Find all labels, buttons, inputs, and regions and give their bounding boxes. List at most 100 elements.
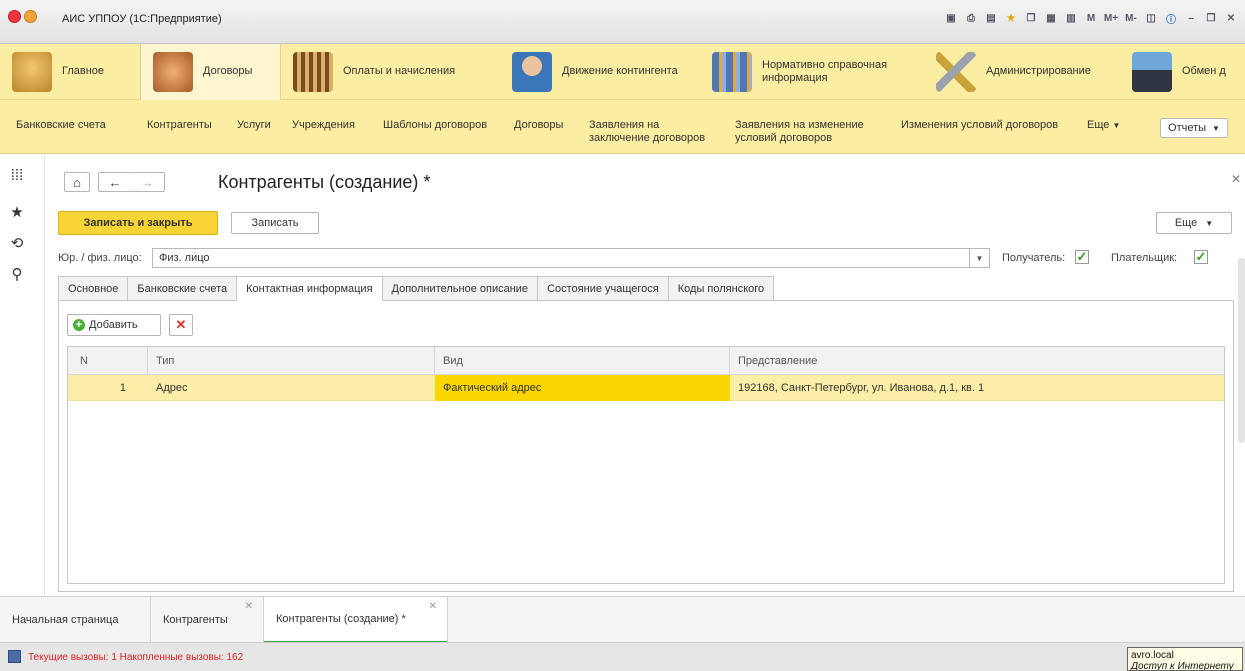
tab-main[interactable]: Основное <box>58 276 129 300</box>
section-payments[interactable]: Оплаты и начисления <box>281 44 500 100</box>
arrow-left-icon: ← <box>108 174 122 190</box>
entity-field[interactable]: Физ. лицо <box>152 248 970 268</box>
app-menu-icon[interactable] <box>8 10 21 23</box>
restore-icon[interactable]: ❐ <box>1203 10 1219 26</box>
nav-bank-accounts[interactable]: Банковские счета <box>16 119 106 132</box>
tab-contact-info[interactable]: Контактная информация <box>236 276 383 301</box>
favorites-icon[interactable]: ★ <box>7 203 27 223</box>
all-functions-icon[interactable]: ⁞⁞⁞ <box>7 167 27 187</box>
close-tab-icon[interactable]: ✕ <box>429 601 437 612</box>
payer-checkbox[interactable]: ✓ <box>1194 250 1208 264</box>
nav-change-requests[interactable]: Заявления на изменение условий договоров <box>735 119 864 145</box>
nav-contracts[interactable]: Договоры <box>514 119 563 132</box>
section-contracts-label: Договоры <box>203 65 253 77</box>
tab-bank-accounts[interactable]: Банковские счета <box>127 276 238 300</box>
chevron-down-icon: ▼ <box>1112 121 1121 130</box>
header-n[interactable]: N <box>68 347 148 375</box>
plus-icon: + <box>73 319 85 331</box>
chevron-down-icon: ▼ <box>1205 218 1214 228</box>
tooltip-line1: avro.local <box>1131 650 1174 661</box>
tab-polyansky-codes[interactable]: Коды полянского <box>667 276 775 300</box>
copy-icon[interactable]: ❐ <box>1023 10 1039 26</box>
save-button[interactable]: Записать <box>231 212 319 234</box>
save-and-close-button[interactable]: Записать и закрыть <box>58 211 218 235</box>
recipient-checkbox[interactable]: ✓ <box>1075 250 1089 264</box>
memory-minus-button[interactable]: M- <box>1123 10 1139 26</box>
row-kind[interactable]: Фактический адрес <box>435 375 730 401</box>
section-payments-label: Оплаты и начисления <box>343 65 456 77</box>
print-icon[interactable]: ⎙ <box>963 10 979 26</box>
tab-student-state[interactable]: Состояние учащегося <box>537 276 669 300</box>
favorites-icon[interactable]: ★ <box>1003 10 1019 26</box>
add-label: Добавить <box>89 319 138 331</box>
exchange-icon <box>1132 51 1172 92</box>
window-tab-home[interactable]: Начальная страница <box>0 597 151 643</box>
desk-icon <box>12 51 52 92</box>
nav-contract-changes[interactable]: Изменения условий договоров <box>901 119 1058 132</box>
nav-change-requests-line1: Заявления на изменение <box>735 119 864 131</box>
reports-button[interactable]: Отчеты ▼ <box>1160 118 1228 138</box>
section-exchange[interactable]: Обмен д <box>1120 44 1245 100</box>
history-icon[interactable]: ⟲ <box>7 234 27 254</box>
minimize-icon[interactable]: – <box>1183 10 1199 26</box>
window-tab-counterparties[interactable]: Контрагенты ✕ <box>151 597 264 643</box>
close-window-icon[interactable]: ✕ <box>1223 10 1239 26</box>
open-windows-bar: Начальная страница Контрагенты ✕ Контраг… <box>0 596 1245 643</box>
row-representation[interactable]: 192168, Санкт-Петербург, ул. Иванова, д.… <box>730 375 1224 401</box>
memory-plus-button[interactable]: M+ <box>1103 10 1119 26</box>
nav-more[interactable]: Еще ▼ <box>1087 119 1120 132</box>
nav-conclusion-requests-line1: Заявления на <box>589 119 660 131</box>
close-tab-icon[interactable]: ✕ <box>245 601 253 612</box>
section-main[interactable]: Главное <box>0 44 140 100</box>
nav-conclusion-requests[interactable]: Заявления на заключение договоров <box>589 119 705 145</box>
nav-institutions[interactable]: Учреждения <box>292 119 355 132</box>
section-reference[interactable]: Нормативно справочная информация <box>700 44 924 100</box>
section-contingent[interactable]: Движение контингента <box>500 44 700 100</box>
section-reference-label: Нормативно справочная информация <box>762 58 888 84</box>
forward-button[interactable]: → <box>131 172 165 192</box>
nav-counterparties[interactable]: Контрагенты <box>147 119 212 132</box>
add-button[interactable]: + Добавить <box>67 314 161 336</box>
form-tabs: Основное Банковские счета Контактная инф… <box>58 276 775 301</box>
entity-dropdown[interactable]: ▼ <box>970 248 990 268</box>
section-contingent-label: Движение контингента <box>562 65 678 77</box>
status-calls: Текущие вызовы: 1 Накопленные вызовы: 16… <box>28 652 244 663</box>
nav-contract-templates[interactable]: Шаблоны договоров <box>383 119 487 132</box>
delete-button[interactable]: ✕ <box>169 314 193 336</box>
table-row[interactable]: 1 Адрес Фактический адрес 192168, Санкт-… <box>68 375 1224 401</box>
app-dropdown-icon[interactable] <box>24 10 37 23</box>
arrow-right-icon: → <box>141 174 154 190</box>
header-representation[interactable]: Представление <box>730 347 1224 375</box>
calculator-icon[interactable]: ▦ <box>1043 10 1059 26</box>
section-contracts[interactable]: Договоры <box>140 43 281 100</box>
vertical-scrollbar[interactable] <box>1238 258 1245 443</box>
chevron-down-icon: ▼ <box>1212 123 1220 133</box>
back-button[interactable]: ← <box>98 172 132 192</box>
section-admin-label: Администрирование <box>986 65 1091 77</box>
table-header: N Тип Вид Представление <box>68 347 1224 375</box>
preview-icon[interactable]: ▤ <box>983 10 999 26</box>
calendar-icon[interactable]: ▥ <box>1063 10 1079 26</box>
more-label: Еще <box>1174 217 1198 229</box>
home-button[interactable]: ⌂ <box>64 172 90 192</box>
header-type[interactable]: Тип <box>148 347 435 375</box>
row-type[interactable]: Адрес <box>148 375 435 401</box>
save-icon[interactable]: ▣ <box>943 10 959 26</box>
window-tab-counterparty-new-label: Контрагенты (создание) * <box>276 613 406 625</box>
memory-button[interactable]: M <box>1083 10 1099 26</box>
more-button[interactable]: Еще ▼ <box>1156 212 1232 234</box>
network-tooltip: avro.local Доступ к Интернету <box>1127 647 1243 671</box>
nav-services[interactable]: Услуги <box>237 119 271 132</box>
info-icon[interactable]: ⓘ <box>1163 10 1179 26</box>
section-main-label: Главное <box>62 65 105 77</box>
section-admin[interactable]: Администрирование <box>924 44 1120 100</box>
tab-extra-description[interactable]: Дополнительное описание <box>381 276 539 300</box>
handshake-icon <box>153 51 193 92</box>
header-kind[interactable]: Вид <box>435 347 730 375</box>
function-panel: Банковские счета Контрагенты Услуги Учре… <box>0 100 1245 154</box>
nav-change-requests-line2: условий договоров <box>735 132 833 144</box>
search-icon[interactable]: ⚲ <box>7 265 27 285</box>
window-layout-icon[interactable]: ◫ <box>1143 10 1159 26</box>
window-tab-counterparty-new[interactable]: Контрагенты (создание) * ✕ <box>264 597 448 643</box>
close-form-icon[interactable]: ✕ <box>1231 172 1241 186</box>
